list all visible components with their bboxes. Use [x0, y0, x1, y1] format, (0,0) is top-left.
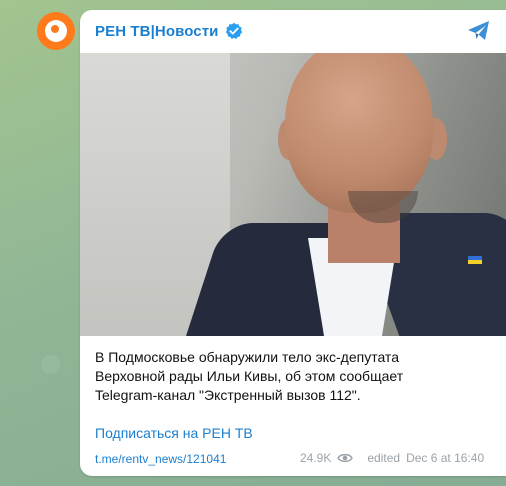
post-text: В Подмосковье обнаружили тело экс-депута…: [95, 348, 495, 405]
channel-avatar[interactable]: [37, 12, 75, 50]
head: [285, 53, 433, 213]
post-text-line: Telegram-канал "Экстренный вызов 112".: [95, 387, 361, 403]
post-text-line: Верховной рады Ильи Кивы, об этом сообща…: [95, 368, 404, 384]
edited-label: edited: [367, 451, 401, 465]
subscribe-link[interactable]: Подписаться на РЕН ТВ: [95, 425, 253, 441]
channel-name[interactable]: РЕН ТВ|Новости: [95, 23, 219, 40]
message-header: РЕН ТВ|Новости: [95, 20, 243, 42]
post-photo[interactable]: [80, 53, 506, 336]
post-link[interactable]: t.me/rentv_news/121041: [95, 452, 226, 466]
post-text-line: В Подмосковье обнаружили тело экс-депута…: [95, 349, 399, 365]
message-meta: 24.9K edited Dec 6 at 16:40: [300, 451, 484, 465]
view-count: 24.9K: [300, 451, 332, 465]
share-arrow-icon[interactable]: [466, 19, 492, 43]
ren-tv-logo-icon: [45, 20, 67, 42]
flag-pin-icon: [468, 256, 482, 264]
verified-check-icon: [225, 22, 243, 40]
timestamp: Dec 6 at 16:40: [406, 451, 485, 465]
eye-icon: [337, 452, 354, 464]
